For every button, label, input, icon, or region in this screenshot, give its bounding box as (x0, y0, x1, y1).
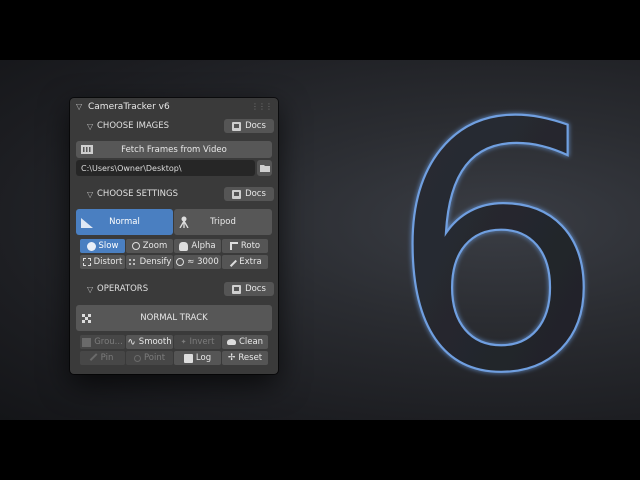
op-label: Log (195, 353, 212, 363)
mode-normal-label: Normal (109, 217, 140, 227)
docs-label: Docs (245, 189, 266, 199)
normal-track-label: NORMAL TRACK (140, 313, 208, 323)
densify-icon (127, 257, 137, 267)
snail-icon (86, 241, 96, 251)
operators-docs-button[interactable]: Docs (224, 282, 274, 296)
fetch-frames-label: Fetch Frames from Video (121, 144, 227, 155)
op-label: Point (143, 353, 166, 363)
operators-section-label: OPERATORS (97, 284, 149, 294)
roto-icon (229, 242, 238, 250)
settings-section-label: CHOOSE SETTINGS (97, 189, 179, 199)
book-icon (232, 121, 242, 131)
letterbox-bottom (0, 420, 640, 480)
option-extra-button[interactable]: Extra (222, 255, 268, 269)
option-zoom-button[interactable]: Zoom (126, 239, 173, 253)
clean-icon (226, 339, 236, 345)
panel-title: CameraTracker v6 (88, 102, 170, 112)
settings-chevron-icon[interactable]: ▽ (87, 190, 93, 199)
alpha-icon (179, 241, 189, 251)
wrench-icon (227, 257, 238, 267)
option-alpha-button[interactable]: Alpha (174, 239, 221, 253)
option-label: Alpha (191, 241, 216, 251)
images-chevron-icon[interactable]: ▽ (87, 122, 93, 131)
smooth-icon: ∿ (127, 336, 136, 348)
images-section-label: CHOOSE IMAGES (97, 121, 170, 131)
film-icon (81, 145, 93, 154)
collapse-chevron-icon[interactable]: ▽ (76, 102, 82, 111)
op-point-button[interactable]: Point (126, 351, 173, 365)
letterbox-top (0, 0, 640, 60)
docs-label: Docs (245, 121, 266, 131)
checker-flag-icon (82, 314, 91, 323)
option-distort-button[interactable]: Distort (80, 255, 125, 269)
pin-icon (89, 352, 100, 364)
option-roto-button[interactable]: Roto (222, 239, 268, 253)
op-reset-button[interactable]: ✢ Reset (222, 351, 268, 365)
book-icon (232, 189, 242, 199)
folder-icon (259, 165, 270, 172)
group-icon (82, 337, 92, 347)
op-group-button[interactable]: Grou... (80, 335, 125, 349)
option-label: ≈ 3000 (187, 257, 219, 267)
normal-track-button[interactable]: NORMAL TRACK (76, 305, 272, 331)
op-clean-button[interactable]: Clean (222, 335, 268, 349)
option-slow-button[interactable]: Slow (80, 239, 125, 253)
log-icon (183, 353, 193, 363)
op-label: Reset (238, 353, 263, 363)
mode-normal-button[interactable]: Normal (76, 209, 173, 235)
op-invert-button[interactable]: ✦ Invert (174, 335, 221, 349)
op-label: Pin (100, 353, 114, 363)
operators-chevron-icon[interactable]: ▽ (87, 285, 93, 294)
option-label: Slow (98, 241, 119, 251)
op-label: Grou... (94, 337, 123, 347)
path-value: C:\Users\Owner\Desktop\ (81, 163, 182, 173)
option-densify-button[interactable]: Densify (126, 255, 173, 269)
op-label: Clean (238, 337, 264, 347)
fetch-frames-button[interactable]: Fetch Frames from Video (76, 141, 272, 158)
path-input[interactable]: C:\Users\Owner\Desktop\ (76, 160, 255, 176)
version-numeral: 6 (389, 60, 605, 420)
docs-label: Docs (245, 284, 266, 294)
option-label: Distort (93, 257, 123, 267)
op-log-button[interactable]: Log (174, 351, 221, 365)
invert-icon: ✦ (180, 338, 187, 346)
reset-icon: ✢ (227, 353, 236, 363)
book-icon (232, 284, 242, 294)
mode-tripod-label: Tripod (210, 217, 236, 227)
browse-folder-button[interactable] (257, 160, 272, 176)
drag-grip-icon[interactable]: ⋮⋮⋮ (251, 102, 273, 111)
camera-tracker-panel: ▽ CameraTracker v6 ⋮⋮⋮ ▽ CHOOSE IMAGES D… (70, 98, 278, 374)
images-docs-button[interactable]: Docs (224, 119, 274, 133)
point-icon (133, 354, 141, 362)
option-label: Roto (240, 241, 261, 251)
op-pin-button[interactable]: Pin (80, 351, 125, 365)
magnifier-icon (131, 242, 140, 250)
target-icon (176, 258, 185, 266)
tripod-icon (179, 216, 189, 228)
option-feature-count-button[interactable]: ≈ 3000 (174, 255, 221, 269)
op-label: Smooth (138, 337, 172, 347)
option-label: Zoom (142, 241, 168, 251)
distort-icon (82, 258, 91, 266)
settings-docs-button[interactable]: Docs (224, 187, 274, 201)
op-smooth-button[interactable]: ∿ Smooth (126, 335, 173, 349)
ruler-triangle-icon (81, 218, 93, 228)
option-label: Densify (139, 257, 172, 267)
op-label: Invert (189, 337, 215, 347)
mode-tripod-button[interactable]: Tripod (174, 209, 272, 235)
option-label: Extra (239, 257, 262, 267)
